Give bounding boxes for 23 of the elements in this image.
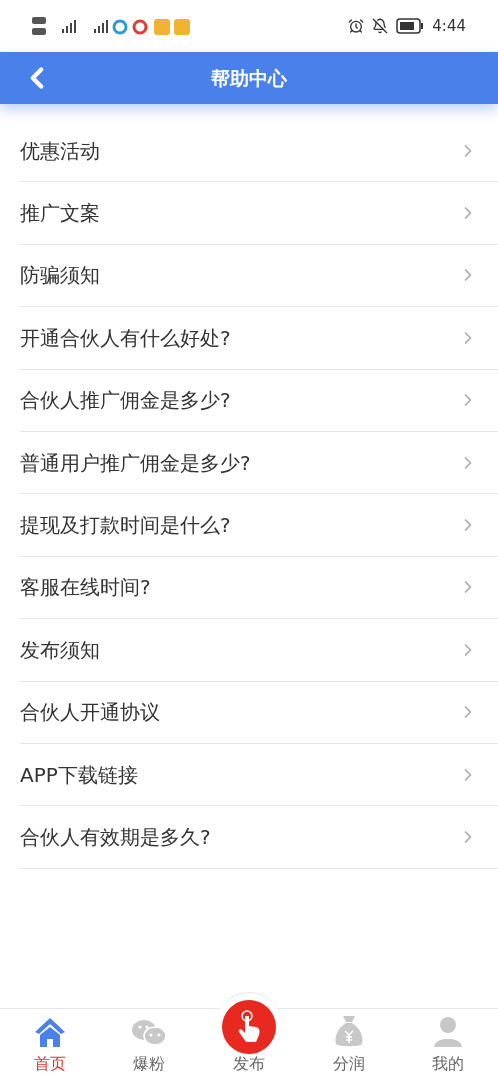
help-list-item[interactable]: 提现及打款时间是什么? (20, 494, 498, 557)
help-list-item[interactable]: 防骗须知 (20, 244, 498, 308)
alarm-icon (348, 18, 365, 34)
help-list-item[interactable]: 开通合伙人有什么好处? (20, 307, 498, 370)
bell-off-icon (372, 18, 389, 34)
help-list-item[interactable]: 合伙人开通协议 (20, 681, 498, 744)
help-list-item[interactable]: 合伙人推广佣金是多少? (20, 369, 498, 432)
help-list-item[interactable]: 客服在线时间? (20, 556, 498, 620)
tab-bar-item[interactable]: 分润 (298, 1009, 399, 1080)
signal-status-icon (32, 15, 192, 37)
help-list-item[interactable]: 普通用户推广佣金是多少? (20, 431, 498, 495)
help-list-item[interactable]: 优惠活动 (20, 120, 498, 183)
tab-bar-item[interactable]: 首页 (0, 1009, 100, 1080)
tab-bar-item[interactable]: 我的 (398, 1009, 498, 1080)
battery-icon (396, 18, 425, 34)
help-list-item[interactable]: 合伙人有效期是多久? (20, 806, 498, 869)
help-list-item[interactable]: 发布须知 (20, 619, 498, 682)
page-title: 帮助中心 (211, 65, 287, 91)
help-list-item[interactable]: 推广文案 (20, 182, 498, 245)
tab-bar-item[interactable]: 发布 (199, 979, 299, 1080)
tab-bar-item[interactable]: 爆粉 (99, 1009, 200, 1080)
help-list-item[interactable]: APP下载链接 (20, 743, 498, 807)
clock-time: 4:44 (432, 15, 466, 37)
